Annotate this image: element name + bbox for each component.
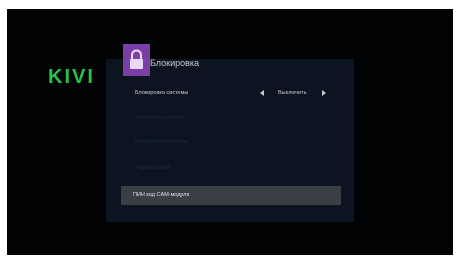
menu-item-label: Блокировка каналов [135, 139, 188, 145]
arrow-right-icon[interactable] [322, 90, 326, 96]
menu-item-cam-pin[interactable]: ПИН код CAM-модуля [121, 186, 341, 205]
arrow-left-icon[interactable] [260, 90, 264, 96]
tv-frame: KIVI Блокировка Блокировка системы Выклю… [0, 0, 457, 261]
menu-item-label: Установить пароль [135, 115, 184, 121]
menu-item-label: Родительский [135, 165, 171, 171]
menu-item-set-password[interactable]: Установить пароль [123, 109, 340, 127]
menu-title: Блокировка [150, 58, 200, 68]
menu-item-system-lock[interactable]: Блокировка системы Выключить [123, 84, 340, 102]
brand-logo: KIVI [48, 66, 95, 88]
menu-item-label: ПИН код CAM-модуля [133, 192, 190, 198]
menu-item-channel-lock[interactable]: Блокировка каналов [123, 133, 340, 151]
value-selector[interactable]: Выключить [260, 84, 340, 102]
menu-item-label: Блокировка системы [135, 90, 189, 96]
menu-item-parental[interactable]: Родительский [123, 159, 340, 177]
selector-value: Выключить [278, 90, 307, 96]
lock-icon [123, 44, 150, 76]
